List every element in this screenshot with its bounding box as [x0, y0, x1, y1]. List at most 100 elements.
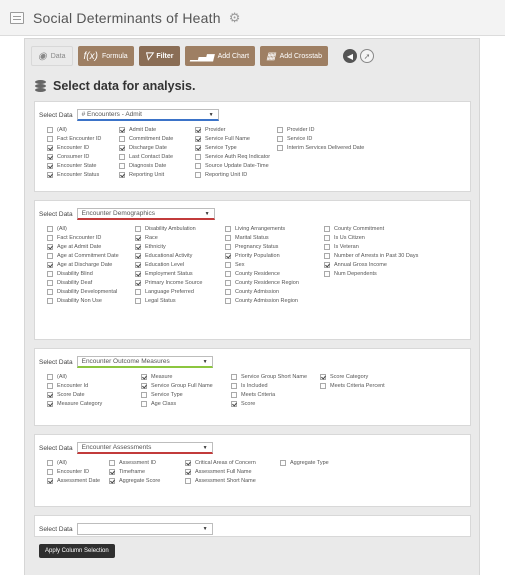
column-option[interactable]: Aggregate Type	[280, 460, 329, 466]
column-option[interactable]: Measure Category	[47, 401, 102, 407]
column-checkbox[interactable]	[320, 374, 326, 380]
forward-circle-icon[interactable]: ➚	[359, 49, 374, 63]
column-option[interactable]: Service Group Short Name	[231, 374, 307, 380]
column-checkbox[interactable]	[225, 262, 231, 268]
column-option[interactable]: Consumer ID	[47, 154, 89, 160]
column-checkbox[interactable]	[47, 392, 53, 398]
column-option[interactable]: Meets Criteria Percent	[320, 383, 385, 389]
column-option[interactable]: Provider ID	[277, 127, 315, 133]
column-option[interactable]: County Residence	[225, 271, 280, 277]
column-checkbox[interactable]	[320, 383, 326, 389]
column-option[interactable]: Assessment ID	[109, 460, 156, 466]
column-checkbox[interactable]	[47, 478, 53, 484]
column-option[interactable]: Service Group Full Name	[141, 383, 213, 389]
column-checkbox[interactable]	[225, 253, 231, 259]
column-option[interactable]: Provider	[195, 127, 225, 133]
column-option[interactable]: County Commitment	[324, 226, 384, 232]
column-checkbox[interactable]	[109, 460, 115, 466]
column-checkbox[interactable]	[47, 226, 53, 232]
column-checkbox[interactable]	[47, 136, 53, 142]
column-option[interactable]: Assessment Full Name	[185, 469, 252, 475]
column-option[interactable]: Score Date	[47, 392, 85, 398]
column-option[interactable]: Last Contact Date	[119, 154, 173, 160]
column-checkbox[interactable]	[135, 298, 141, 304]
column-checkbox[interactable]	[195, 145, 201, 151]
column-checkbox[interactable]	[47, 383, 53, 389]
column-checkbox[interactable]	[47, 298, 53, 304]
column-option[interactable]: Measure	[141, 374, 172, 380]
column-option[interactable]: Employment Status	[135, 271, 193, 277]
column-option[interactable]: Legal Status	[135, 298, 176, 304]
column-option[interactable]: Encounter ID	[47, 145, 89, 151]
column-checkbox[interactable]	[47, 280, 53, 286]
column-option[interactable]: Meets Criteria	[231, 392, 275, 398]
column-option[interactable]: (All)	[47, 127, 67, 133]
column-checkbox[interactable]	[47, 235, 53, 241]
column-option[interactable]: Disability Non Use	[47, 298, 102, 304]
column-option[interactable]: Encounter Id	[47, 383, 88, 389]
column-checkbox[interactable]	[47, 154, 53, 160]
column-option[interactable]: Encounter State	[47, 163, 96, 169]
column-option[interactable]: Priority Population	[225, 253, 280, 259]
column-checkbox[interactable]	[231, 401, 237, 407]
column-checkbox[interactable]	[277, 127, 283, 133]
column-option[interactable]: County Admission	[225, 289, 279, 295]
column-option[interactable]: Service Full Name	[195, 136, 250, 142]
column-option[interactable]: Service Type	[195, 145, 237, 151]
column-checkbox[interactable]	[225, 280, 231, 286]
column-option[interactable]: Service Type	[141, 392, 183, 398]
column-checkbox[interactable]	[109, 469, 115, 475]
column-option[interactable]: Ethnicity	[135, 244, 166, 250]
column-checkbox[interactable]	[119, 127, 125, 133]
column-checkbox[interactable]	[324, 253, 330, 259]
column-option[interactable]: Service ID	[277, 136, 312, 142]
column-checkbox[interactable]	[277, 145, 283, 151]
column-checkbox[interactable]	[135, 280, 141, 286]
column-option[interactable]: Admit Date	[119, 127, 156, 133]
apply-column-selection-button[interactable]: Apply Column Selection	[39, 544, 115, 558]
column-checkbox[interactable]	[185, 469, 191, 475]
data-source-select[interactable]: ▼	[76, 523, 213, 535]
column-checkbox[interactable]	[231, 383, 237, 389]
column-checkbox[interactable]	[225, 289, 231, 295]
column-checkbox[interactable]	[225, 271, 231, 277]
column-checkbox[interactable]	[47, 289, 53, 295]
column-checkbox[interactable]	[225, 226, 231, 232]
column-option[interactable]: (All)	[47, 226, 67, 232]
column-option[interactable]: Reporting Unit	[119, 172, 164, 178]
column-option[interactable]: Is Veteran	[324, 244, 359, 250]
column-option[interactable]: Encounter Status	[47, 172, 99, 178]
column-option[interactable]: Timeframe	[109, 469, 145, 475]
column-checkbox[interactable]	[47, 244, 53, 250]
column-checkbox[interactable]	[119, 163, 125, 169]
column-option[interactable]: Number of Arrests in Past 30 Days	[324, 253, 418, 259]
column-option[interactable]: Service Auth Req Indicator	[195, 154, 270, 160]
data-tab[interactable]: ◉ Data	[31, 46, 73, 66]
column-checkbox[interactable]	[47, 163, 53, 169]
column-option[interactable]: Score	[231, 401, 255, 407]
column-checkbox[interactable]	[225, 244, 231, 250]
column-checkbox[interactable]	[47, 374, 53, 380]
column-checkbox[interactable]	[141, 401, 147, 407]
column-checkbox[interactable]	[135, 271, 141, 277]
column-option[interactable]: Fact Encounter ID	[47, 235, 101, 241]
column-checkbox[interactable]	[185, 460, 191, 466]
column-checkbox[interactable]	[47, 172, 53, 178]
add-crosstab-button[interactable]: ▦ Add Crosstab	[260, 46, 328, 66]
column-checkbox[interactable]	[225, 298, 231, 304]
column-checkbox[interactable]	[109, 478, 115, 484]
column-checkbox[interactable]	[135, 289, 141, 295]
column-option[interactable]: Assessment Date	[47, 478, 100, 484]
column-option[interactable]: Living Arrangements	[225, 226, 285, 232]
column-checkbox[interactable]	[47, 469, 53, 475]
column-option[interactable]: Age at Admit Date	[47, 244, 101, 250]
column-option[interactable]: Age at Discharge Date	[47, 262, 112, 268]
column-checkbox[interactable]	[324, 271, 330, 277]
column-option[interactable]: Marital Status	[225, 235, 269, 241]
column-option[interactable]: Race	[135, 235, 158, 241]
column-checkbox[interactable]	[135, 235, 141, 241]
column-option[interactable]: Disability Deaf	[47, 280, 92, 286]
column-option[interactable]: Disability Ambulation	[135, 226, 196, 232]
column-checkbox[interactable]	[280, 460, 286, 466]
column-checkbox[interactable]	[324, 244, 330, 250]
